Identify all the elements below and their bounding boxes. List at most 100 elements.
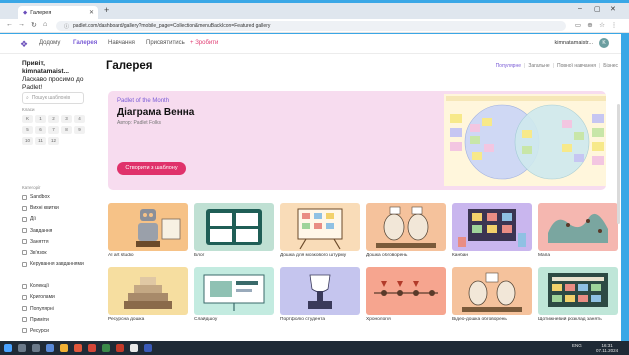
maximize-icon[interactable]: ▢ xyxy=(594,5,601,13)
category-item[interactable]: Криголами xyxy=(22,294,88,305)
filter-business[interactable]: Бізнес xyxy=(603,63,618,69)
category-item[interactable]: Вихні квитки xyxy=(22,205,88,216)
reload-icon[interactable]: ↻ xyxy=(31,21,37,29)
filter-general[interactable]: Загальне xyxy=(528,63,549,69)
template-card[interactable]: Блог xyxy=(194,203,274,258)
grade-chip[interactable]: 6 xyxy=(35,126,46,134)
grade-chip[interactable]: 10 xyxy=(22,137,33,145)
template-card[interactable]: AI art studio xyxy=(108,203,188,258)
checkbox[interactable] xyxy=(22,317,27,323)
featured-template-banner[interactable]: Padlet of the Month Діаграма Венна Автор… xyxy=(108,91,606,190)
search-placeholder: Пошук шаблонів xyxy=(31,95,70,101)
gallery-main: Галерея Популярне | Загальне | Повної на… xyxy=(106,54,618,341)
template-card[interactable]: Відео-дошка обговорень xyxy=(452,267,532,322)
template-card[interactable]: Мапа xyxy=(538,203,618,258)
browser-menu-icon[interactable]: ⋮ xyxy=(610,22,618,30)
template-card[interactable]: Ресурсна дошка xyxy=(108,267,188,322)
grade-chip[interactable]: 3 xyxy=(61,115,72,123)
checkbox[interactable] xyxy=(22,306,27,311)
grade-chip[interactable]: 4 xyxy=(74,115,85,123)
grade-chip[interactable]: 9 xyxy=(74,126,85,134)
window-close-icon[interactable]: ✕ xyxy=(610,5,616,13)
checkbox[interactable] xyxy=(22,194,27,200)
app-icon[interactable] xyxy=(74,344,82,352)
tray-language[interactable]: ENG xyxy=(572,343,582,348)
category-item[interactable]: Sandbox xyxy=(22,194,88,205)
category-item[interactable]: Ресурси xyxy=(22,328,88,339)
category-item[interactable]: Зв'язок xyxy=(22,250,88,261)
tab-close-icon[interactable]: ✕ xyxy=(89,9,94,16)
nav-learning[interactable]: Навчання xyxy=(108,40,135,46)
file-explorer-icon[interactable] xyxy=(46,344,54,352)
bookmark-star-icon[interactable]: ☆ xyxy=(598,22,606,30)
grade-chip[interactable]: 5 xyxy=(22,126,33,134)
checkbox[interactable] xyxy=(22,294,27,300)
template-card[interactable]: Портфоліо студента xyxy=(280,267,360,322)
grade-chip[interactable]: 11 xyxy=(35,137,46,145)
address-bar[interactable]: ⓘ padlet.com/dashboard/gallery?mobile_pa… xyxy=(56,21,566,31)
app-icon[interactable] xyxy=(144,344,152,352)
filter-education[interactable]: Повної навчання xyxy=(557,63,596,69)
home-icon[interactable]: ⌂ xyxy=(43,21,47,28)
filter-popular[interactable]: Популярне xyxy=(496,63,521,69)
padlet-logo-icon[interactable]: ❖ xyxy=(20,39,28,50)
category-item[interactable]: Керування завданнями xyxy=(22,261,88,283)
tray-date: 07.11.2024 xyxy=(596,348,619,353)
category-item[interactable]: Заняття xyxy=(22,239,88,250)
checkbox[interactable] xyxy=(22,205,27,211)
grade-chip[interactable]: 1 xyxy=(35,115,46,123)
template-label: Слайдшоу xyxy=(194,317,218,322)
browser-tab[interactable]: ◆ Галерея ✕ xyxy=(18,6,98,19)
template-card[interactable]: Канбан xyxy=(452,203,532,258)
category-item[interactable]: Завдання xyxy=(22,228,88,239)
checkbox[interactable] xyxy=(22,261,27,267)
grade-chip[interactable]: 12 xyxy=(48,137,59,145)
nav-make[interactable]: + Зробити xyxy=(190,40,218,46)
minimize-icon[interactable]: – xyxy=(578,5,582,12)
checkbox[interactable] xyxy=(22,328,27,334)
category-item[interactable]: Колекції xyxy=(22,283,88,294)
user-name[interactable]: kimnatamaistr... xyxy=(554,40,593,46)
template-card[interactable]: Дошка обговорень xyxy=(366,203,446,258)
folder-icon[interactable] xyxy=(60,344,68,352)
template-search-input[interactable]: ⌕ Пошук шаблонів xyxy=(22,92,84,104)
nav-gallery[interactable]: Галерея xyxy=(73,40,97,46)
avatar[interactable]: K xyxy=(599,38,609,48)
start-menu-icon[interactable] xyxy=(4,344,12,352)
task-view-icon[interactable] xyxy=(32,344,40,352)
grade-chip[interactable]: 7 xyxy=(48,126,59,134)
checkbox[interactable] xyxy=(22,283,27,289)
template-card[interactable]: Щотижневий розклад занять xyxy=(538,267,618,322)
nav-dedicate[interactable]: Присвятитись xyxy=(146,40,185,46)
nav-home[interactable]: Додому xyxy=(39,40,60,46)
create-from-template-button[interactable]: Створити з шаблону xyxy=(117,162,186,175)
app-icon[interactable] xyxy=(102,344,110,352)
screen-cast-icon[interactable]: ▭ xyxy=(574,22,582,30)
category-item[interactable]: Приміти xyxy=(22,317,88,328)
category-item[interactable]: Дії xyxy=(22,216,88,227)
grade-filter-grid: K 1 2 3 4 5 6 7 8 9 10 11 12 xyxy=(22,115,86,145)
app-icon[interactable] xyxy=(88,344,96,352)
search-icon[interactable] xyxy=(18,344,26,352)
checkbox[interactable] xyxy=(22,216,27,222)
forward-arrow-icon[interactable]: → xyxy=(18,21,25,28)
sidebar: Привіт, kimnatamaist... Ласкаво просимо … xyxy=(0,54,90,341)
template-card[interactable]: Хронологія xyxy=(366,267,446,322)
back-arrow-icon[interactable]: ← xyxy=(6,21,13,28)
checkbox[interactable] xyxy=(22,239,27,245)
grade-chip[interactable]: 2 xyxy=(48,115,59,123)
zoom-icon[interactable]: ⊕ xyxy=(586,22,594,30)
page-scrollbar[interactable] xyxy=(617,104,620,224)
chrome-icon[interactable] xyxy=(130,344,138,352)
tray-clock[interactable]: 16:31 07.11.2024 xyxy=(596,343,618,353)
grade-chip[interactable]: 8 xyxy=(61,126,72,134)
grade-chip[interactable]: K xyxy=(22,115,33,123)
template-card[interactable]: Слайдшоу xyxy=(194,267,274,322)
template-card[interactable]: Дошка для мозкового штурму xyxy=(280,203,360,258)
checkbox[interactable] xyxy=(22,228,27,234)
app-icon[interactable] xyxy=(116,344,124,352)
template-label: Мапа xyxy=(538,253,550,258)
category-item[interactable]: Популярні xyxy=(22,306,88,317)
checkbox[interactable] xyxy=(22,250,27,256)
new-tab-icon[interactable]: + xyxy=(104,5,109,15)
